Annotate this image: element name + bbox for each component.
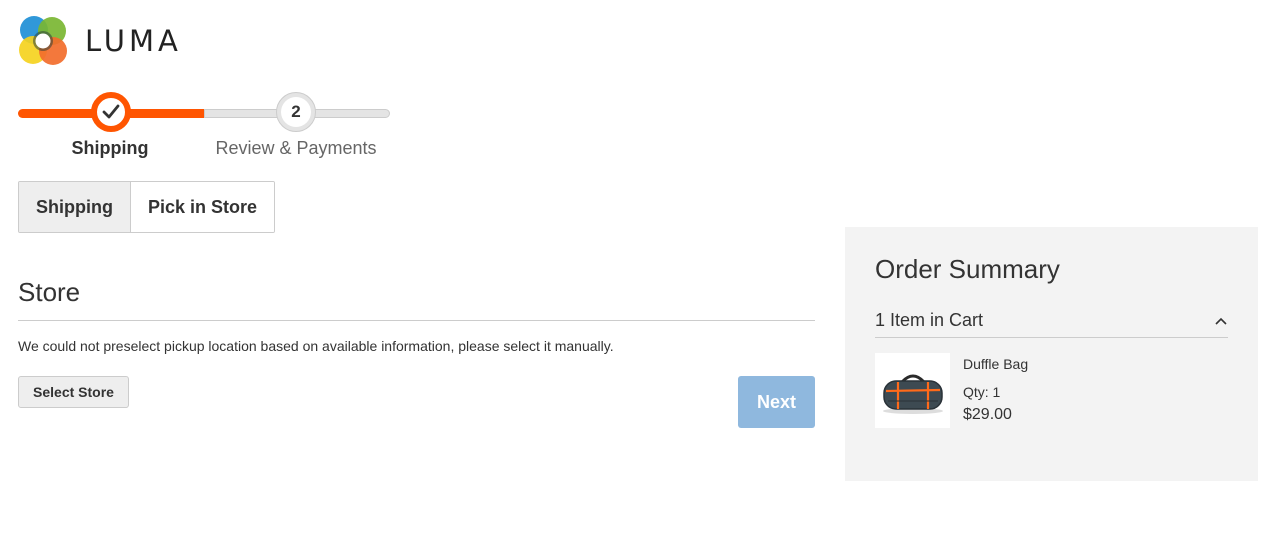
chevron-up-icon[interactable] [1214, 314, 1228, 328]
brand-name: LUMA [85, 23, 182, 58]
product-quantity: Qty: 1 [963, 384, 1001, 400]
next-button[interactable]: Next [738, 376, 815, 428]
step-shipping-label: Shipping [71, 138, 149, 158]
tab-shipping[interactable]: Shipping [19, 182, 131, 232]
tab-pick-in-store[interactable]: Pick in Store [130, 182, 275, 232]
step-review-marker: 2 [276, 92, 316, 132]
store-section-title: Store [18, 277, 81, 307]
luma-logo[interactable]: LUMA [18, 16, 182, 66]
select-store-button[interactable]: Select Store [18, 376, 129, 408]
product-thumbnail[interactable] [875, 353, 950, 428]
product-name[interactable]: Duffle Bag [963, 356, 1028, 372]
luma-logo-icon [19, 16, 67, 65]
store-section-divider [18, 320, 815, 321]
items-in-cart-count: 1 Item in Cart [875, 310, 984, 330]
step-review-label: Review & Payments [215, 138, 377, 158]
pickup-location-notice: We could not preselect pickup location b… [18, 338, 614, 354]
checkmark-icon [102, 104, 120, 119]
duffle-bag-image [882, 374, 943, 414]
items-in-cart-toggle[interactable]: 1 Item in Cart [875, 304, 1228, 338]
order-summary-panel: Order Summary 1 Item in Cart Duffle Bag … [845, 227, 1258, 481]
step-shipping-marker [91, 92, 131, 132]
checkout-progress-bar: 2 Shipping Review & Payments [18, 90, 390, 160]
product-price: $29.00 [963, 406, 1012, 423]
order-summary-title: Order Summary [875, 254, 1060, 284]
shipping-method-tabs: Shipping Pick in Store [18, 181, 276, 233]
cart-item: Duffle Bag Qty: 1 $29.00 [875, 353, 1028, 428]
cart-item-details: Duffle Bag Qty: 1 $29.00 [963, 353, 1028, 428]
step-review-number: 2 [281, 97, 311, 127]
